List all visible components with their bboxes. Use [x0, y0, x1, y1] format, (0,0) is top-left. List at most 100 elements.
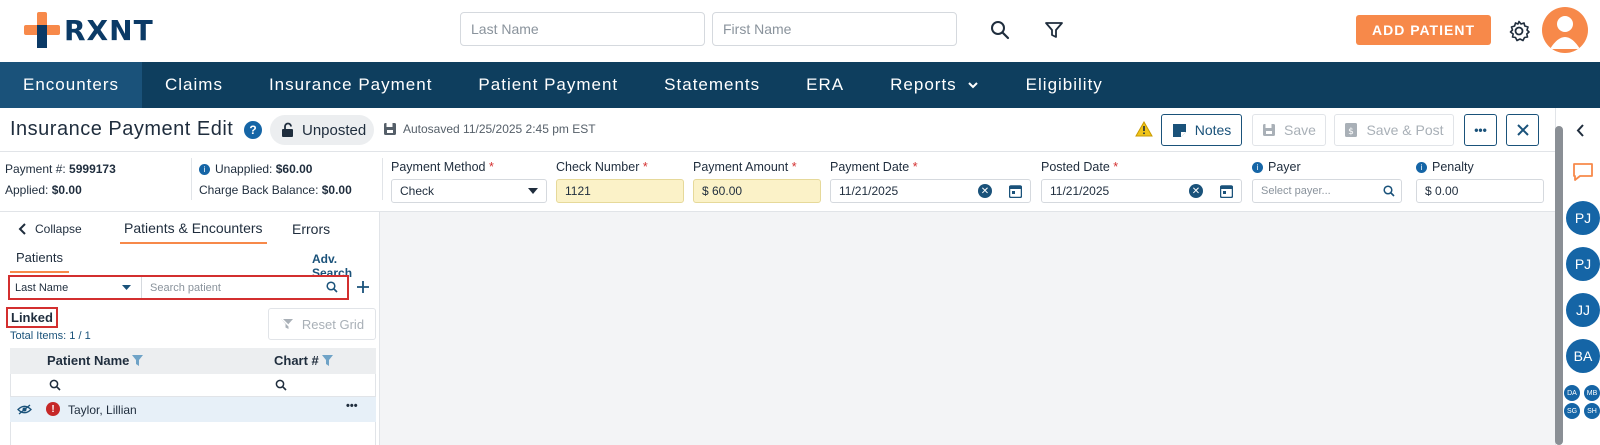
- user-avatar-jj[interactable]: JJ: [1566, 293, 1600, 327]
- payment-date-label-text: Payment Date: [830, 160, 910, 174]
- check-number-label-text: Check Number: [556, 160, 640, 174]
- payment-method-select[interactable]: Check: [391, 179, 547, 203]
- grid-filter-row: [10, 374, 376, 397]
- clear-date-icon[interactable]: ✕: [978, 184, 992, 198]
- col-chart-number[interactable]: Chart #: [274, 353, 333, 368]
- search-by-select[interactable]: Last Name: [10, 277, 142, 298]
- check-number-input[interactable]: 1121: [556, 179, 684, 203]
- mini-avatar-sg[interactable]: SG: [1564, 403, 1580, 419]
- help-icon[interactable]: ?: [244, 121, 262, 139]
- search-icon[interactable]: [988, 18, 1012, 42]
- divider: [382, 158, 383, 200]
- tab-patients-encounters[interactable]: Patients & Encounters: [120, 220, 267, 244]
- posted-date-value: 11/21/2025: [1050, 184, 1110, 198]
- notes-button[interactable]: Notes: [1161, 114, 1242, 146]
- patients-panel: Collapse Patients & Encounters Errors Pa…: [0, 212, 380, 445]
- more-actions-button[interactable]: •••: [1464, 114, 1497, 146]
- payment-date-value: 11/21/2025: [839, 184, 899, 198]
- save-post-icon: $: [1345, 123, 1358, 137]
- chevron-left-icon: [18, 223, 26, 235]
- close-icon: [1516, 124, 1529, 136]
- unapplied-value: $60.00: [275, 162, 313, 176]
- posted-date-label-text: Posted Date: [1041, 160, 1110, 174]
- subtab-patients[interactable]: Patients: [10, 250, 69, 273]
- svg-text:$: $: [1349, 127, 1355, 137]
- col-patient-name-label: Patient Name: [47, 353, 130, 368]
- gear-icon[interactable]: [1506, 18, 1532, 44]
- nav-eligibility[interactable]: Eligibility: [1003, 62, 1126, 108]
- grid-border: [10, 422, 11, 445]
- info-icon: i: [199, 163, 210, 175]
- mini-avatar-mb[interactable]: MB: [1584, 385, 1600, 401]
- required-mark: *: [488, 160, 494, 174]
- nav-statements[interactable]: Statements: [641, 62, 783, 108]
- rxnt-logo[interactable]: RXNT: [24, 12, 154, 48]
- payer-label-text: Payer: [1268, 160, 1301, 174]
- save-and-post-button[interactable]: $ Save & Post: [1334, 114, 1454, 146]
- row-actions-button[interactable]: •••: [346, 400, 358, 412]
- nav-insurance-payment[interactable]: Insurance Payment: [246, 62, 455, 108]
- encounters-content-area: [380, 212, 1555, 445]
- chargeback-value: $0.00: [321, 183, 352, 197]
- brand-name: RXNT: [64, 13, 154, 47]
- status-label: Unposted: [302, 121, 367, 139]
- table-row[interactable]: ! Taylor, Lillian •••: [10, 397, 376, 422]
- caret-down-icon: [122, 285, 131, 290]
- first-name-search-input[interactable]: First Name: [712, 12, 957, 46]
- close-button[interactable]: [1506, 114, 1539, 146]
- nav-reports[interactable]: Reports: [867, 62, 1003, 108]
- filter-icon[interactable]: [132, 355, 144, 366]
- penalty-input[interactable]: $ 0.00: [1416, 179, 1544, 203]
- payment-date-input[interactable]: 11/21/2025 ✕: [830, 179, 1031, 203]
- payment-amount-input[interactable]: $ 60.00: [693, 179, 821, 203]
- col-patient-name[interactable]: Patient Name: [47, 353, 144, 368]
- clear-date-icon[interactable]: ✕: [1189, 184, 1203, 198]
- chargeback-label: Charge Back Balance:: [199, 183, 319, 197]
- warning-icon[interactable]: [1134, 120, 1154, 138]
- nav-era[interactable]: ERA: [783, 62, 867, 108]
- caret-down-icon: [528, 188, 538, 194]
- page-title: Insurance Payment Edit: [10, 118, 234, 140]
- filter-icon[interactable]: [321, 355, 333, 366]
- mini-avatar-sh[interactable]: SH: [1584, 403, 1600, 419]
- alert-icon: !: [46, 402, 60, 416]
- logo-cross-icon: [24, 12, 60, 48]
- required-mark: *: [912, 160, 918, 174]
- status-badge: Unposted: [270, 115, 374, 145]
- posted-date-input[interactable]: 11/21/2025 ✕: [1041, 179, 1242, 203]
- nav-patient-payment[interactable]: Patient Payment: [455, 62, 641, 108]
- user-avatar-ba[interactable]: BA: [1566, 339, 1600, 373]
- applied-value: $0.00: [51, 183, 82, 197]
- add-patient-button[interactable]: ADD PATIENT: [1356, 15, 1491, 45]
- nav-claims[interactable]: Claims: [142, 62, 246, 108]
- chat-icon[interactable]: [1572, 162, 1594, 182]
- search-icon[interactable]: [326, 281, 338, 293]
- filter-icon[interactable]: [1042, 18, 1066, 42]
- payer-placeholder: Select payer...: [1261, 185, 1331, 197]
- calendar-icon[interactable]: [1009, 184, 1022, 198]
- calendar-icon[interactable]: [1220, 184, 1233, 198]
- search-patient-input[interactable]: Search patient: [150, 277, 221, 298]
- hidden-eye-icon[interactable]: [17, 404, 32, 415]
- search-icon[interactable]: [275, 379, 287, 391]
- user-avatar-pj[interactable]: PJ: [1566, 201, 1600, 235]
- reset-grid-button[interactable]: Reset Grid: [268, 308, 376, 340]
- tab-errors[interactable]: Errors: [292, 221, 330, 237]
- patient-name-cell[interactable]: Taylor, Lillian: [68, 403, 137, 417]
- save-button[interactable]: Save: [1252, 114, 1326, 146]
- collapse-button[interactable]: Collapse: [18, 222, 82, 236]
- unapplied-amount: i Unapplied: $60.00: [199, 162, 312, 176]
- mini-avatar-da[interactable]: DA: [1564, 385, 1580, 401]
- user-avatar-pj[interactable]: PJ: [1566, 247, 1600, 281]
- vertical-scrollbar[interactable]: [1555, 126, 1563, 445]
- last-name-search-input[interactable]: Last Name: [460, 12, 705, 46]
- patients-grid: Patient Name Chart # ! Taylor, Lillian •…: [10, 348, 376, 445]
- chevron-left-icon[interactable]: [1576, 124, 1585, 137]
- payer-search-input[interactable]: Select payer...: [1252, 179, 1402, 203]
- patient-search-group: Last Name Search patient: [8, 275, 349, 300]
- nav-encounters[interactable]: Encounters: [0, 62, 142, 108]
- search-icon[interactable]: [1383, 185, 1395, 197]
- add-icon[interactable]: [356, 280, 370, 294]
- user-avatar[interactable]: [1542, 7, 1588, 53]
- search-icon[interactable]: [49, 379, 61, 391]
